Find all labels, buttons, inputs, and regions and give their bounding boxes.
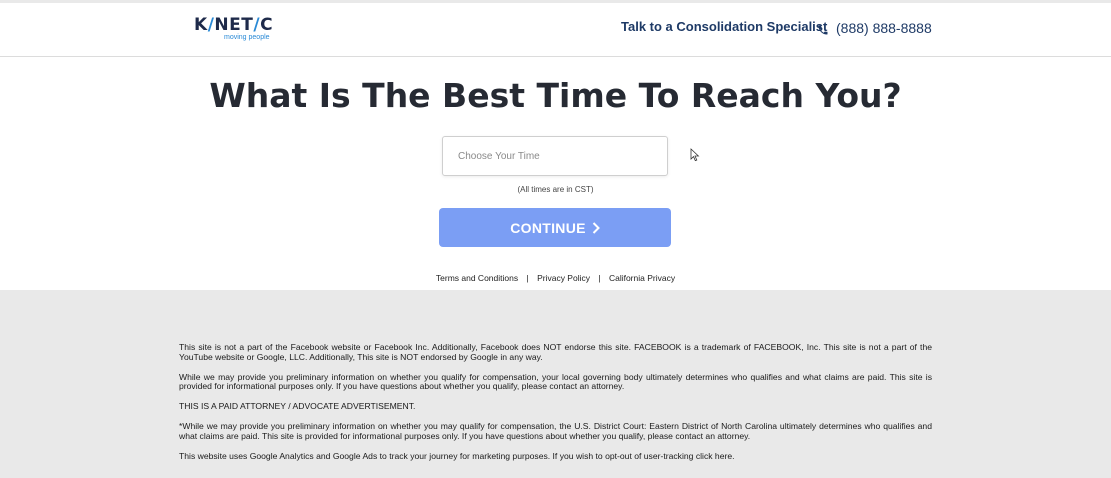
choose-time-input[interactable]: [442, 136, 668, 176]
privacy-policy-link[interactable]: Privacy Policy: [537, 273, 590, 283]
logo-wordmark: K/NET/C: [194, 15, 274, 35]
phone-number-link[interactable]: (888) 888-8888: [836, 20, 932, 36]
link-separator: |: [598, 273, 601, 283]
continue-button[interactable]: CONTINUE: [439, 208, 671, 247]
court-disclaimer: *While we may provide you preliminary in…: [179, 420, 932, 441]
phone-icon[interactable]: [817, 23, 829, 37]
compensation-disclaimer: While we may provide you preliminary inf…: [179, 371, 932, 392]
chevron-right-icon: [592, 221, 600, 234]
page-title: What Is The Best Time To Reach You?: [209, 76, 902, 115]
link-separator: |: [526, 273, 529, 283]
timezone-note: (All times are in CST): [517, 185, 594, 194]
tracking-notice[interactable]: This website uses Google Analytics and G…: [179, 451, 932, 462]
legal-links: Terms and Conditions | Privacy Policy | …: [0, 273, 1111, 283]
california-privacy-link[interactable]: California Privacy: [609, 273, 675, 283]
kinetic-logo[interactable]: K/NET/C moving people: [194, 16, 278, 44]
mouse-cursor-icon: [690, 148, 700, 162]
continue-label: CONTINUE: [510, 219, 586, 236]
disclaimer-footer: This site is not a part of the Facebook …: [0, 290, 1111, 478]
site-header: K/NET/C moving people Talk to a Consolid…: [0, 3, 1111, 57]
terms-link[interactable]: Terms and Conditions: [436, 273, 518, 283]
disclaimer-text-block: This site is not a part of the Facebook …: [179, 342, 932, 471]
advertisement-notice: THIS IS A PAID ATTORNEY / ADVOCATE ADVER…: [179, 401, 416, 412]
specialist-label: Talk to a Consolidation Specialist: [621, 19, 828, 34]
logo-tagline: moving people: [224, 34, 270, 41]
facebook-disclaimer: This site is not a part of the Facebook …: [179, 342, 932, 362]
